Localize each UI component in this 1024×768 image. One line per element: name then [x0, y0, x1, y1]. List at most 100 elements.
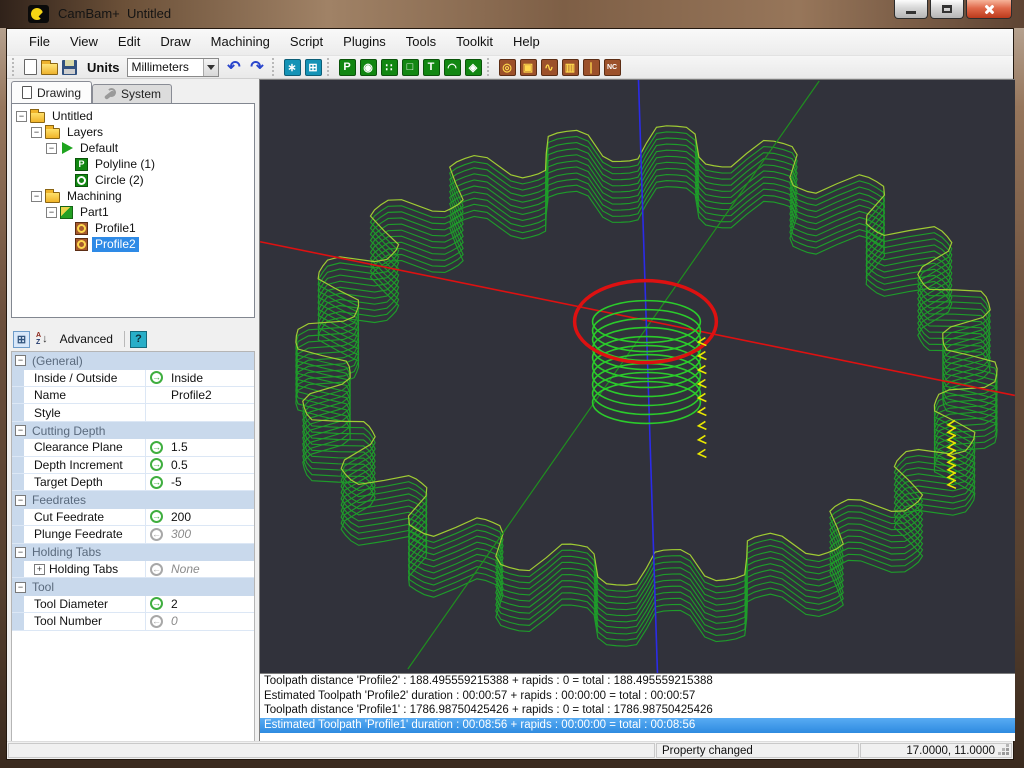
machine-gcode-button[interactable]: NC: [602, 58, 623, 77]
log-line[interactable]: Toolpath distance 'Profile2' : 188.49555…: [260, 674, 1015, 689]
alphabetical-sort-button[interactable]: A Z ↓: [36, 332, 48, 346]
draw-polyline-icon: P: [338, 58, 356, 76]
minimize-button[interactable]: [894, 0, 928, 19]
machine-drill-button[interactable]: ▥: [560, 58, 581, 77]
menu-tools[interactable]: Tools: [396, 29, 446, 55]
category-feedrates: − Feedrates: [12, 491, 254, 509]
property-style[interactable]: Style: [12, 404, 254, 422]
collapse-icon[interactable]: −: [15, 546, 26, 558]
menu-machining[interactable]: Machining: [201, 29, 280, 55]
menu-file[interactable]: File: [19, 29, 60, 55]
indent-strip: [12, 456, 24, 474]
zoom-to-fit-button[interactable]: ∗: [282, 58, 303, 77]
machine-pocket-button[interactable]: ▣: [518, 58, 539, 77]
property-value[interactable]: 300: [167, 527, 254, 541]
machine-3d-profile-button[interactable]: ∣: [581, 58, 602, 77]
maximize-button[interactable]: [930, 0, 964, 19]
gear-toolpath-level: [295, 168, 998, 629]
property-label: Clearance Plane: [24, 439, 146, 456]
property-value[interactable]: -5: [167, 475, 254, 489]
property-plunge-feedrate[interactable]: Plunge Feedrate ← 300: [12, 526, 254, 544]
property-holding-tabs[interactable]: + Holding Tabs ← None: [12, 560, 254, 579]
property-depth-increment[interactable]: Depth Increment → 0.5: [12, 456, 254, 475]
tree-item-untitled[interactable]: − Untitled: [12, 108, 254, 124]
property-value[interactable]: Profile2: [167, 388, 254, 402]
property-value[interactable]: 200: [167, 510, 254, 524]
expander-icon[interactable]: −: [31, 190, 42, 202]
menu-script[interactable]: Script: [280, 29, 333, 55]
tree-item-profile2[interactable]: Profile2: [12, 236, 254, 252]
draw-circle-button[interactable]: ◉: [358, 58, 379, 77]
collapse-icon[interactable]: −: [15, 581, 26, 593]
expander-icon[interactable]: −: [46, 142, 57, 154]
tree-item-circle-2[interactable]: Circle (2): [12, 172, 254, 188]
log-line[interactable]: Estimated Toolpath 'Profile1' duration :…: [260, 718, 1015, 733]
tree-item-machining[interactable]: − Machining: [12, 188, 254, 204]
menu-help[interactable]: Help: [503, 29, 550, 55]
open-file-button[interactable]: [39, 59, 60, 76]
viewport-3d[interactable]: [259, 79, 1015, 674]
draw-polyline-button[interactable]: P: [337, 58, 358, 77]
menu-view[interactable]: View: [60, 29, 108, 55]
help-icon: ?: [129, 330, 147, 348]
property-target-depth[interactable]: Target Depth → -5: [12, 474, 254, 492]
log-line[interactable]: Toolpath distance 'Profile1' : 1786.9875…: [260, 703, 1015, 718]
tree-item-polyline-1[interactable]: P Polyline (1): [12, 156, 254, 172]
machine-engrave-button[interactable]: ∿: [539, 58, 560, 77]
gear-toolpath-level: [295, 137, 998, 599]
category-label: (General): [32, 353, 83, 368]
tree-item-default[interactable]: − Default: [12, 140, 254, 156]
property-cut-feedrate[interactable]: Cut Feedrate → 200: [12, 508, 254, 527]
draw-text-button[interactable]: T: [421, 58, 442, 77]
tab-drawing[interactable]: Drawing: [11, 81, 93, 104]
expand-icon[interactable]: +: [34, 563, 45, 575]
help-button[interactable]: ?: [129, 330, 147, 348]
collapse-icon[interactable]: −: [15, 425, 26, 437]
window-titlebar[interactable]: CamBam+ Untitled: [0, 0, 1024, 28]
save-file-button[interactable]: [60, 59, 79, 76]
resize-grip[interactable]: [1006, 752, 1009, 755]
machine-profile-button[interactable]: ◎: [497, 58, 518, 77]
property-tool-diameter[interactable]: Tool Diameter → 2: [12, 595, 254, 614]
property-value[interactable]: 0.5: [167, 458, 254, 472]
units-select[interactable]: Millimeters: [126, 57, 219, 77]
property-clearance-plane[interactable]: Clearance Plane → 1.5: [12, 439, 254, 457]
tree-item-label: Untitled: [52, 108, 93, 123]
undo-button[interactable]: ↶: [223, 58, 246, 77]
property-value[interactable]: Inside: [167, 371, 254, 385]
grid-toggle-button[interactable]: ⊞: [303, 58, 324, 77]
draw-points-button[interactable]: ∷: [379, 58, 400, 77]
tree-item-part1[interactable]: − Part1: [12, 204, 254, 220]
property-value[interactable]: 0: [167, 614, 254, 628]
expander-icon[interactable]: −: [16, 110, 27, 122]
property-tool-number[interactable]: Tool Number ← 0: [12, 613, 254, 631]
collapse-icon[interactable]: −: [15, 494, 26, 506]
az-sort-icon: A Z: [36, 332, 42, 347]
collapse-icon[interactable]: −: [15, 355, 26, 367]
tree-item-profile1[interactable]: Profile1: [12, 220, 254, 236]
draw-arc-button[interactable]: ◠: [442, 58, 463, 77]
property-state-icon: →: [146, 475, 167, 489]
redo-button[interactable]: ↷: [246, 58, 269, 77]
menu-toolkit[interactable]: Toolkit: [446, 29, 503, 55]
menu-draw[interactable]: Draw: [150, 29, 200, 55]
new-file-button[interactable]: [22, 58, 39, 76]
combo-dropdown-icon[interactable]: [202, 58, 218, 76]
close-button[interactable]: [966, 0, 1012, 19]
property-value[interactable]: 1.5: [167, 440, 254, 454]
tree-item-layers[interactable]: − Layers: [12, 124, 254, 140]
draw-rectangle-button[interactable]: □: [400, 58, 421, 77]
menu-edit[interactable]: Edit: [108, 29, 150, 55]
expander-icon[interactable]: −: [31, 126, 42, 138]
property-inside-outside[interactable]: Inside / Outside → Inside: [12, 369, 254, 388]
property-value[interactable]: 2: [167, 597, 254, 611]
expander-icon[interactable]: −: [46, 206, 57, 218]
menu-plugins[interactable]: Plugins: [333, 29, 396, 55]
property-name[interactable]: Name Profile2: [12, 387, 254, 405]
property-value[interactable]: None: [167, 562, 254, 576]
log-line[interactable]: Estimated Toolpath 'Profile2' duration :…: [260, 689, 1015, 704]
tab-system[interactable]: System: [92, 84, 173, 104]
draw-surface-button[interactable]: ◈: [463, 58, 484, 77]
categorized-button[interactable]: ⊞: [13, 330, 30, 348]
advanced-button[interactable]: Advanced: [60, 332, 113, 346]
